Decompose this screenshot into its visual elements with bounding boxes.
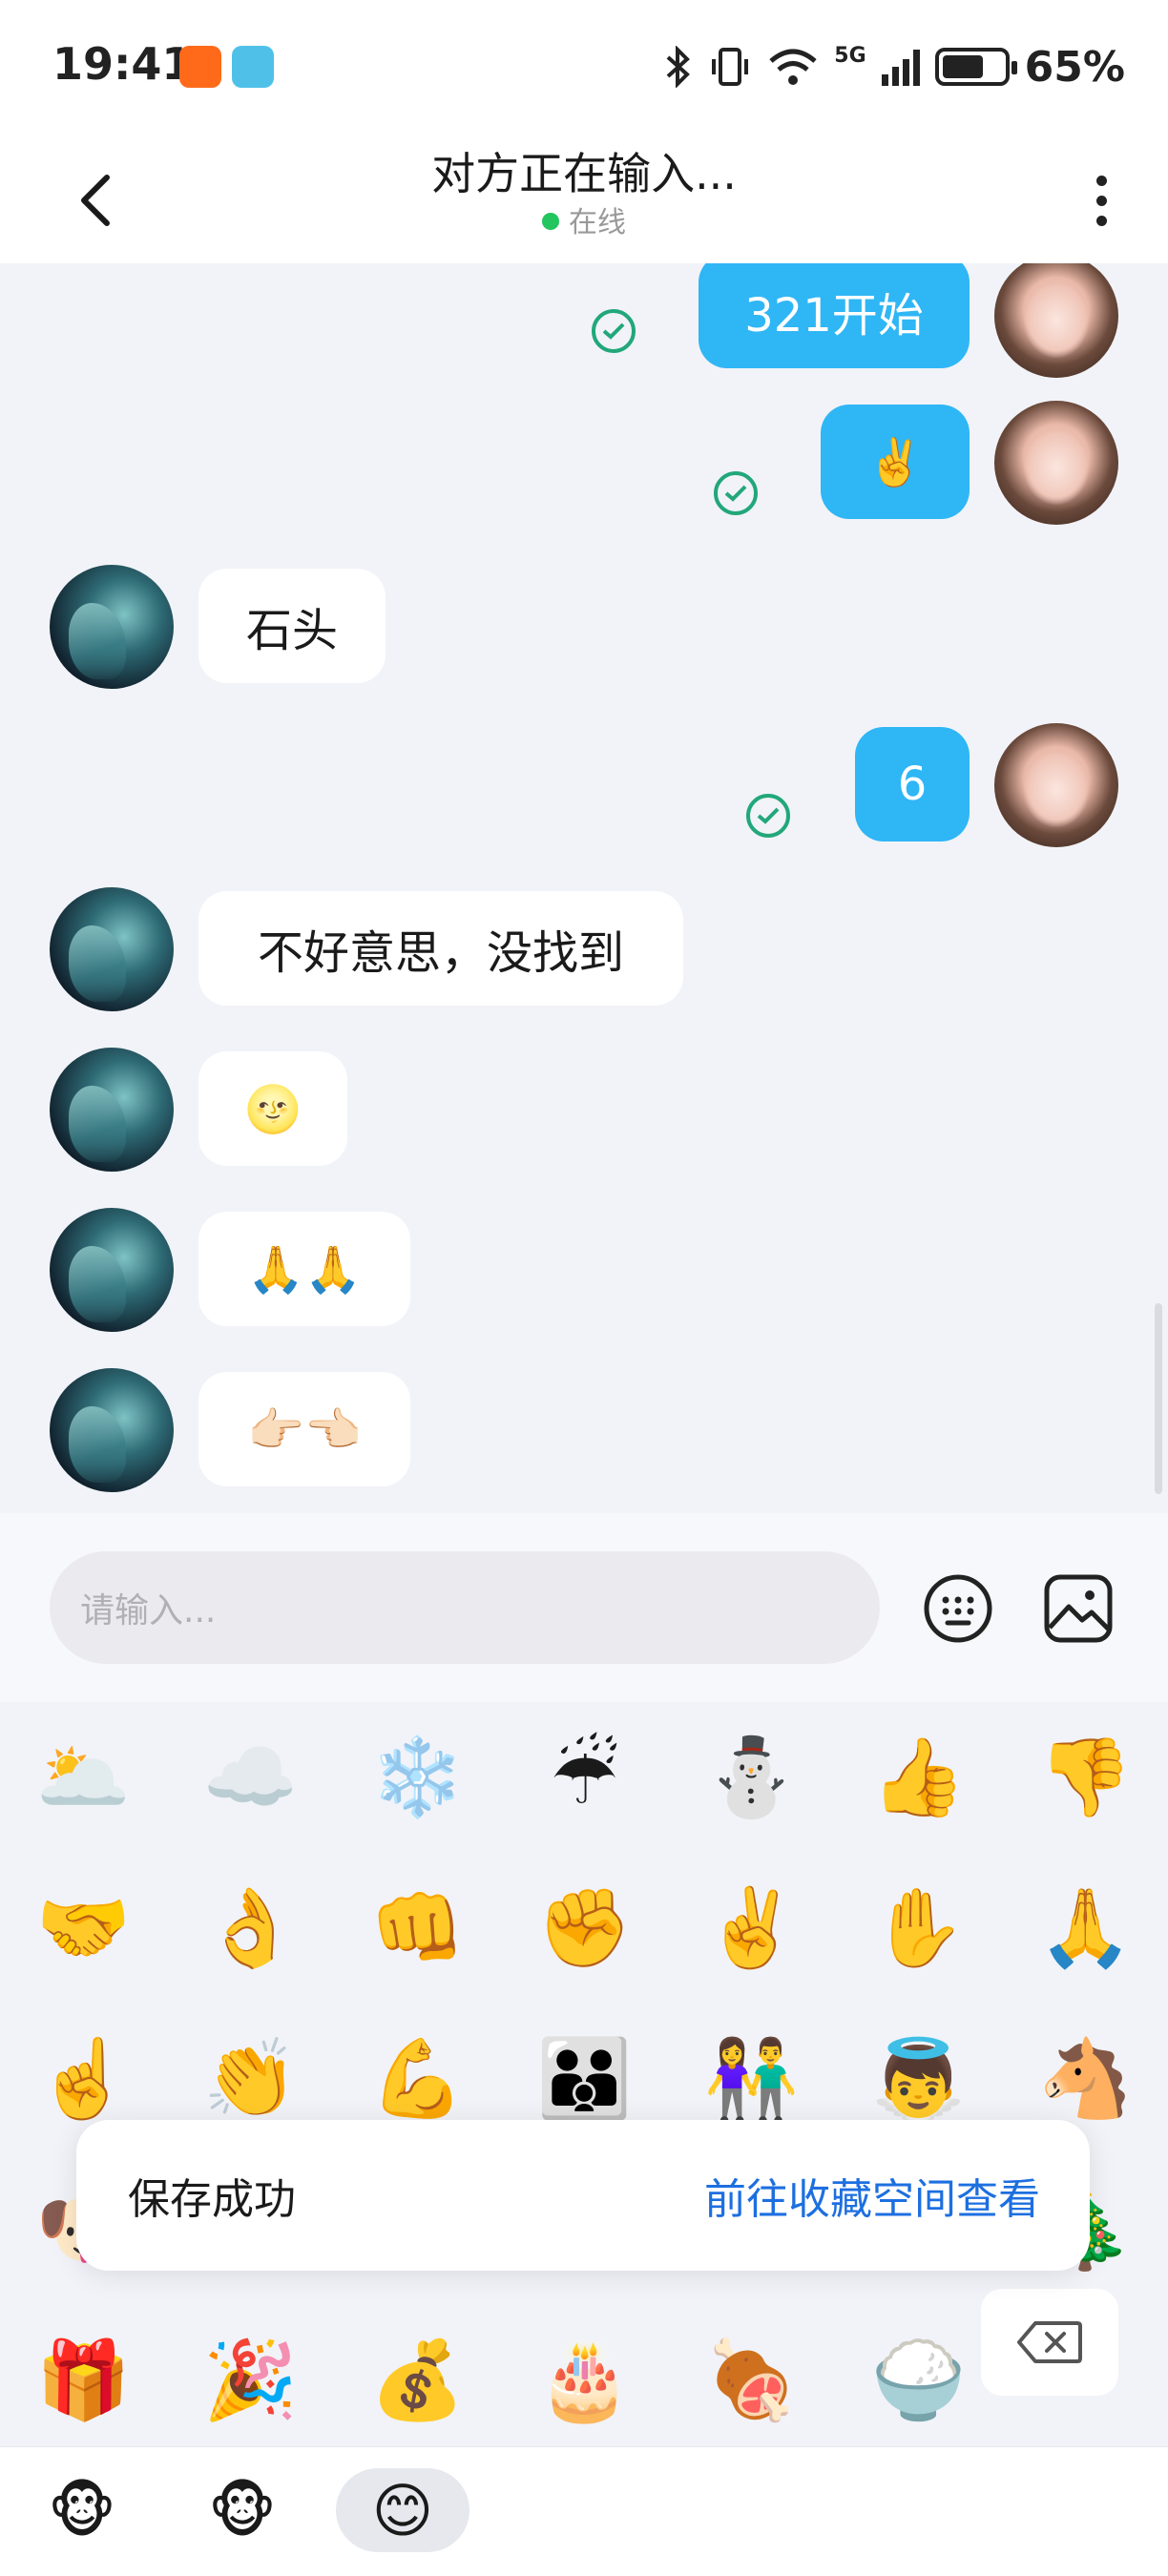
input-placeholder: 请输入... bbox=[80, 1591, 217, 1631]
more-dot-icon bbox=[1095, 215, 1107, 226]
emoji-rice[interactable]: 🍚 bbox=[835, 2305, 1002, 2456]
input-bar: 请输入... bbox=[0, 1513, 1168, 1702]
delete-button[interactable] bbox=[981, 2289, 1118, 2396]
contact-avatar[interactable] bbox=[50, 1208, 174, 1332]
emoji-sun-behind-cloud[interactable]: 🌥️ bbox=[0, 1702, 167, 1853]
image-button[interactable] bbox=[1031, 1561, 1126, 1656]
battery-icon bbox=[934, 48, 1017, 86]
wifi-icon bbox=[769, 49, 817, 85]
emoji-snowflake[interactable]: ❄️ bbox=[334, 1702, 501, 1853]
message-bubble[interactable]: 🌝 bbox=[198, 1051, 347, 1166]
message-bubble[interactable]: 321开始 bbox=[699, 263, 970, 368]
message-input[interactable]: 请输入... bbox=[50, 1551, 880, 1664]
status-time: 19:41 bbox=[52, 38, 193, 90]
message-bubble[interactable]: 石头 bbox=[198, 569, 386, 683]
scrollbar[interactable] bbox=[1155, 1303, 1162, 1494]
emoji-money-bag[interactable]: 💰 bbox=[334, 2305, 501, 2456]
more-dot-icon bbox=[1095, 195, 1107, 206]
emoji-umbrella[interactable]: ☔ bbox=[501, 1702, 668, 1853]
vibrate-icon bbox=[712, 48, 749, 86]
message-bubble[interactable]: 🙏🙏 bbox=[198, 1212, 410, 1326]
more-dot-icon bbox=[1095, 175, 1107, 186]
message-bubble[interactable]: 不好意思，没找到 bbox=[198, 891, 683, 1006]
emoji-victory[interactable]: ✌️ bbox=[668, 1853, 835, 2004]
message-bubble[interactable]: ✌️ bbox=[821, 405, 970, 519]
online-dot-icon bbox=[542, 212, 559, 230]
network-type-label: 5G bbox=[834, 43, 866, 68]
battery-level: 65% bbox=[1024, 42, 1125, 92]
read-check-icon bbox=[592, 309, 636, 353]
read-check-icon bbox=[746, 794, 790, 838]
message-bubble[interactable]: 👉🏻👈🏻 bbox=[198, 1372, 410, 1486]
tab-sticker-pack-2[interactable]: 🐵 bbox=[176, 2468, 309, 2552]
emoji-gift[interactable]: 🎁 bbox=[0, 2305, 167, 2456]
tab-emoji[interactable]: 😊 bbox=[336, 2468, 469, 2552]
emoji-birthday-cake[interactable]: 🎂 bbox=[501, 2305, 668, 2456]
chat-header: 对方正在输入... 在线 bbox=[0, 134, 1168, 263]
emoji-party-popper[interactable]: 🎉 bbox=[167, 2305, 334, 2456]
contact-avatar[interactable] bbox=[50, 565, 174, 689]
my-avatar[interactable] bbox=[994, 263, 1118, 378]
contact-avatar[interactable] bbox=[50, 1048, 174, 1172]
keyboard-button[interactable] bbox=[910, 1561, 1006, 1656]
toast-message: 保存成功 bbox=[128, 2175, 296, 2224]
sticker-tabs: 🐵 🐵 😊 bbox=[0, 2446, 1168, 2576]
bluetooth-icon bbox=[666, 46, 691, 88]
emoji-handshake[interactable]: 🤝 bbox=[0, 1853, 167, 2004]
more-options-button[interactable] bbox=[1082, 162, 1120, 239]
online-status-label: 在线 bbox=[569, 206, 626, 239]
status-indicators: 5G 65% bbox=[664, 38, 1125, 95]
keyboard-icon bbox=[924, 1574, 992, 1643]
read-check-icon bbox=[714, 471, 758, 515]
emoji-pray[interactable]: 🙏 bbox=[1002, 1853, 1168, 2004]
emoji-meat[interactable]: 🍖 bbox=[668, 2305, 835, 2456]
my-avatar[interactable] bbox=[994, 723, 1118, 847]
backspace-icon bbox=[1017, 2321, 1082, 2363]
message-list[interactable]: 321开始 ✌️ 石头 6 不好意思，没找到 🌝 🙏🙏 👉🏻👈🏻 bbox=[0, 263, 1168, 1513]
status-bar: 19:41 5G 65% bbox=[0, 0, 1168, 134]
contact-avatar[interactable] bbox=[50, 1368, 174, 1492]
notification-book-icon bbox=[232, 46, 274, 88]
emoji-thumbs-up[interactable]: 👍 bbox=[835, 1702, 1002, 1853]
emoji-fist[interactable]: ✊ bbox=[501, 1853, 668, 2004]
my-avatar[interactable] bbox=[994, 401, 1118, 525]
chat-title: 对方正在输入... bbox=[431, 148, 737, 199]
image-icon bbox=[1044, 1574, 1113, 1643]
contact-avatar[interactable] bbox=[50, 887, 174, 1011]
online-status: 在线 bbox=[0, 198, 1168, 240]
emoji-raised-hand[interactable]: ✋ bbox=[835, 1853, 1002, 2004]
message-bubble[interactable]: 6 bbox=[855, 727, 970, 841]
emoji-punch[interactable]: 👊 bbox=[334, 1853, 501, 2004]
save-toast: 保存成功 前往收藏空间查看 bbox=[76, 2120, 1090, 2271]
emoji-cloud[interactable]: ☁️ bbox=[167, 1702, 334, 1853]
emoji-panel: 🌥️ ☁️ ❄️ ☔ ⛄ 👍 👎 🤝 👌 👊 ✊ ✌️ ✋ 🙏 ☝️ 👏 💪 👪… bbox=[0, 1702, 1168, 2446]
view-collection-link[interactable]: 前往收藏空间查看 bbox=[704, 2120, 1040, 2271]
signal-icon bbox=[881, 48, 920, 86]
emoji-snowman[interactable]: ⛄ bbox=[668, 1702, 835, 1853]
emoji-thumbs-down[interactable]: 👎 bbox=[1002, 1702, 1168, 1853]
tab-sticker-pack-1[interactable]: 🐵 bbox=[15, 2468, 149, 2552]
emoji-ok-hand[interactable]: 👌 bbox=[167, 1853, 334, 2004]
notification-app-icon bbox=[179, 46, 221, 88]
